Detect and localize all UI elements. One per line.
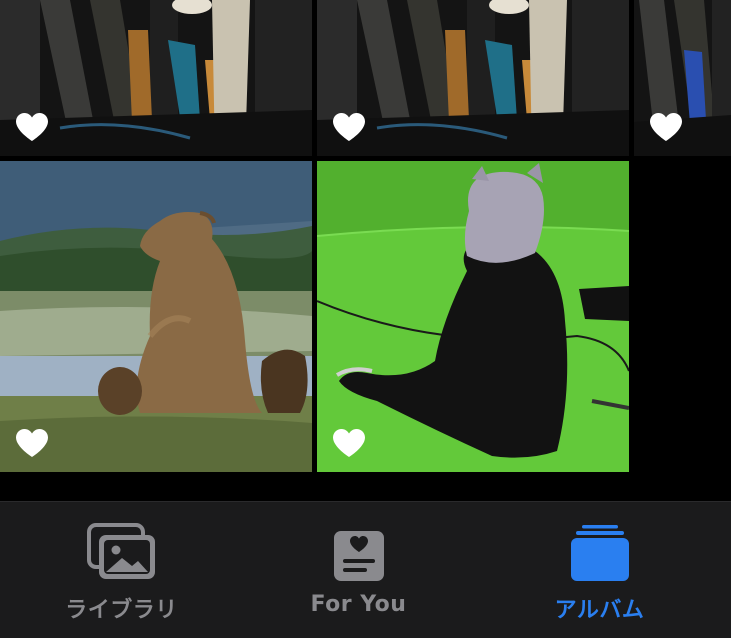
favorite-heart-icon[interactable] <box>332 428 366 458</box>
tab-bar: ライブラリ For You アルバム <box>0 501 731 638</box>
tab-library[interactable]: ライブラリ <box>0 502 243 638</box>
favorite-heart-icon[interactable] <box>15 428 49 458</box>
tab-label: ライブラリ <box>65 598 178 623</box>
favorite-heart-icon[interactable] <box>332 112 366 142</box>
tab-label: アルバム <box>554 598 645 623</box>
photo-image <box>317 161 629 472</box>
photo-thumbnail[interactable] <box>317 0 629 156</box>
favorite-heart-icon[interactable] <box>15 112 49 142</box>
photo-thumbnail[interactable] <box>0 0 312 156</box>
photo-library-icon <box>86 520 158 582</box>
favorite-heart-icon[interactable] <box>649 112 683 142</box>
photo-thumbnail[interactable] <box>317 161 629 472</box>
for-you-icon <box>323 520 395 582</box>
photo-thumbnail[interactable] <box>634 0 731 156</box>
tab-albums[interactable]: アルバム <box>478 502 721 638</box>
tab-for-you[interactable]: For You <box>237 502 480 638</box>
photo-thumbnail[interactable] <box>0 161 312 472</box>
albums-icon <box>564 520 636 582</box>
tab-label: For You <box>310 592 407 617</box>
album-screen: ライブラリ For You アルバム <box>0 0 731 638</box>
photo-image <box>0 161 312 472</box>
